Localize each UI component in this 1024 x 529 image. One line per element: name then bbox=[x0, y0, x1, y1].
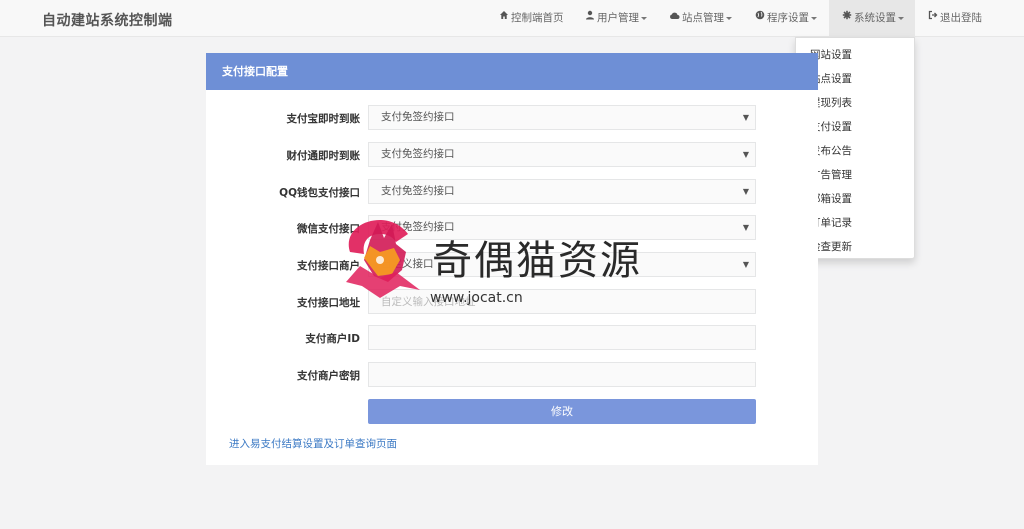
select-arrow-icon: ▼ bbox=[742, 113, 749, 122]
merchant-type-select[interactable]: 自定义接口 ▼ bbox=[368, 252, 756, 277]
select-arrow-icon: ▼ bbox=[742, 260, 749, 269]
api-url-input[interactable] bbox=[368, 289, 756, 314]
merchant-key-input[interactable] bbox=[368, 362, 756, 387]
brand-title[interactable]: 自动建站系统控制端 bbox=[42, 10, 173, 30]
qqpay-label: QQ钱包支付接口 bbox=[279, 187, 360, 199]
logout-icon bbox=[928, 0, 938, 36]
select-arrow-icon: ▼ bbox=[742, 223, 749, 232]
nav-users-label: 用户管理 bbox=[597, 12, 639, 24]
alipay-label: 支付宝即时到账 bbox=[286, 113, 361, 125]
wechat-pay-select-value: 支付免签约接口 bbox=[381, 221, 455, 233]
select-arrow-icon: ▼ bbox=[742, 150, 749, 159]
nav-logout-label: 退出登陆 bbox=[940, 12, 982, 24]
merchant-type-select-value: 自定义接口 bbox=[381, 258, 434, 270]
merchant-type-label: 支付接口商户 bbox=[297, 260, 360, 272]
nav-system[interactable]: 系统设置 bbox=[829, 0, 915, 36]
qqpay-select-value: 支付免签约接口 bbox=[381, 185, 455, 197]
nav-programs-label: 程序设置 bbox=[767, 12, 809, 24]
nav-users[interactable]: 用户管理 bbox=[578, 0, 654, 36]
wechat-pay-select[interactable]: 支付免签约接口 ▼ bbox=[368, 215, 756, 240]
merchant-id-label: 支付商户ID bbox=[305, 333, 360, 345]
epay-settings-link[interactable]: 进入易支付结算设置及订单查询页面 bbox=[229, 436, 397, 451]
merchant-id-input[interactable] bbox=[368, 325, 756, 350]
chevron-down-icon bbox=[726, 16, 732, 20]
tenpay-select[interactable]: 支付免签约接口 ▼ bbox=[368, 142, 756, 167]
wechat-pay-label: 微信支付接口 bbox=[297, 223, 360, 235]
payment-config-panel: 支付接口配置 支付宝即时到账 支付免签约接口 ▼ 财付通即时到账 支付免签约接口… bbox=[206, 53, 818, 465]
nav-programs[interactable]: 程序设置 bbox=[748, 0, 824, 36]
tenpay-select-value: 支付免签约接口 bbox=[381, 148, 455, 160]
select-arrow-icon: ▼ bbox=[742, 187, 749, 196]
nav-sites-label: 站点管理 bbox=[682, 12, 724, 24]
api-url-label: 支付接口地址 bbox=[297, 297, 360, 309]
chevron-down-icon bbox=[641, 16, 647, 20]
top-navbar: 自动建站系统控制端 控制端首页 用户管理 站点管理 程序设置 系统设置 退出登陆 bbox=[0, 0, 1024, 37]
nav-logout[interactable]: 退出登陆 bbox=[921, 0, 989, 36]
nav-sites[interactable]: 站点管理 bbox=[662, 0, 739, 36]
globe-icon bbox=[755, 0, 765, 36]
qqpay-select[interactable]: 支付免签约接口 ▼ bbox=[368, 179, 756, 204]
cloud-icon bbox=[669, 0, 680, 36]
chevron-down-icon bbox=[898, 16, 904, 20]
nav-system-label: 系统设置 bbox=[854, 12, 896, 24]
merchant-key-label: 支付商户密钥 bbox=[297, 370, 360, 382]
home-icon bbox=[499, 0, 509, 36]
user-icon bbox=[585, 0, 595, 36]
alipay-select[interactable]: 支付免签约接口 ▼ bbox=[368, 105, 756, 130]
submit-button[interactable]: 修改 bbox=[368, 399, 756, 424]
gear-icon bbox=[842, 0, 852, 36]
tenpay-label: 财付通即时到账 bbox=[286, 150, 361, 162]
panel-title: 支付接口配置 bbox=[206, 53, 818, 90]
nav-home-label: 控制端首页 bbox=[511, 12, 564, 24]
chevron-down-icon bbox=[811, 16, 817, 20]
alipay-select-value: 支付免签约接口 bbox=[381, 111, 455, 123]
nav-home[interactable]: 控制端首页 bbox=[492, 0, 571, 36]
